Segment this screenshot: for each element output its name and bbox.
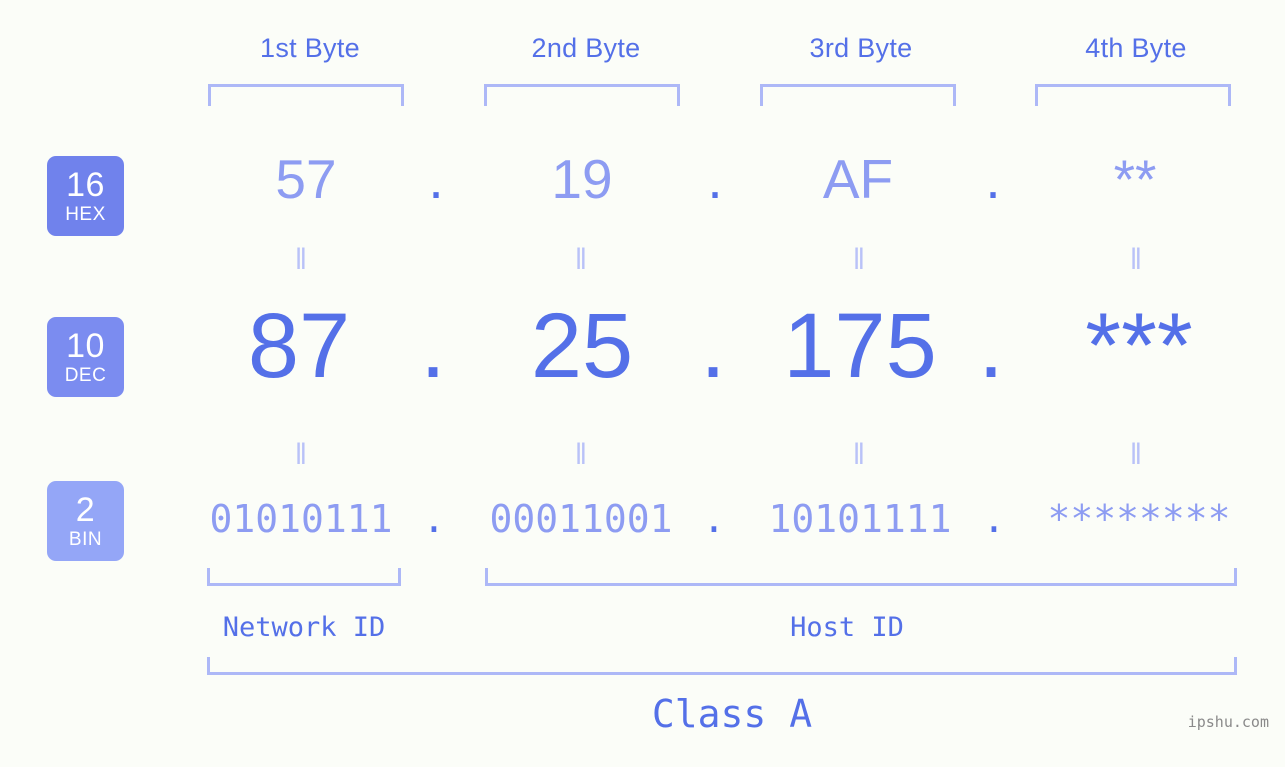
hex-byte-4: **: [1113, 148, 1157, 210]
bin-byte-2: 00011001: [489, 497, 673, 541]
byte-bracket-4: [1035, 84, 1231, 106]
equality-mark-hex-dec-2: ‖: [574, 243, 588, 276]
hex-separator-1: .: [428, 148, 444, 210]
base-badge-hex-number: 16: [66, 166, 105, 204]
class-bracket: [207, 657, 1237, 675]
host-id-label: Host ID: [790, 612, 904, 643]
bin-separator-2: .: [702, 497, 726, 541]
equality-mark-hex-dec-4: ‖: [1129, 243, 1143, 276]
network-id-label: Network ID: [222, 612, 386, 643]
dec-byte-2: 25: [530, 295, 634, 397]
equality-mark-dec-bin-4: ‖: [1129, 438, 1143, 471]
byte-header-4: 4th Byte: [1085, 33, 1187, 63]
byte-bracket-1: [208, 84, 404, 106]
class-label: Class A: [651, 692, 813, 736]
ip-address-breakdown-diagram: 1st Byte 2nd Byte 3rd Byte 4th Byte 16 H…: [0, 0, 1285, 767]
base-badge-bin-number: 2: [75, 491, 96, 529]
hex-byte-3: AF: [822, 148, 894, 210]
base-badge-dec-name: DEC: [64, 365, 107, 386]
network-id-bracket: [207, 568, 401, 586]
base-badge-hex: 16 HEX: [47, 156, 124, 236]
dec-separator-3: .: [978, 295, 1004, 397]
dec-byte-4: ***: [1085, 295, 1193, 397]
equality-mark-hex-dec-3: ‖: [852, 243, 866, 276]
equality-mark-hex-dec-1: ‖: [294, 243, 308, 276]
bin-separator-1: .: [422, 497, 446, 541]
byte-header-2: 2nd Byte: [531, 33, 641, 63]
byte-bracket-3: [760, 84, 956, 106]
dec-byte-1: 87: [247, 295, 351, 397]
dec-byte-3: 175: [783, 295, 937, 397]
base-badge-bin-name: BIN: [68, 529, 103, 550]
base-badge-dec-number: 10: [66, 327, 105, 365]
bin-byte-4: ********: [1047, 497, 1231, 541]
byte-header-1: 1st Byte: [260, 33, 360, 63]
base-badge-hex-name: HEX: [65, 204, 106, 225]
hex-separator-2: .: [707, 148, 723, 210]
hex-byte-2: 19: [551, 148, 613, 210]
base-badge-dec: 10 DEC: [47, 317, 124, 397]
dec-separator-2: .: [700, 295, 726, 397]
site-watermark: ipshu.com: [1187, 713, 1269, 731]
bin-byte-1: 01010111: [209, 497, 393, 541]
bin-byte-3: 10101111: [768, 497, 952, 541]
hex-byte-1: 57: [275, 148, 337, 210]
equality-mark-dec-bin-3: ‖: [852, 438, 866, 471]
dec-separator-1: .: [420, 295, 446, 397]
hex-separator-3: .: [985, 148, 1001, 210]
host-id-bracket: [485, 568, 1237, 586]
equality-mark-dec-bin-2: ‖: [574, 438, 588, 471]
byte-bracket-2: [484, 84, 680, 106]
byte-header-3: 3rd Byte: [809, 33, 913, 63]
base-badge-bin: 2 BIN: [47, 481, 124, 561]
bin-separator-3: .: [982, 497, 1006, 541]
equality-mark-dec-bin-1: ‖: [294, 438, 308, 471]
